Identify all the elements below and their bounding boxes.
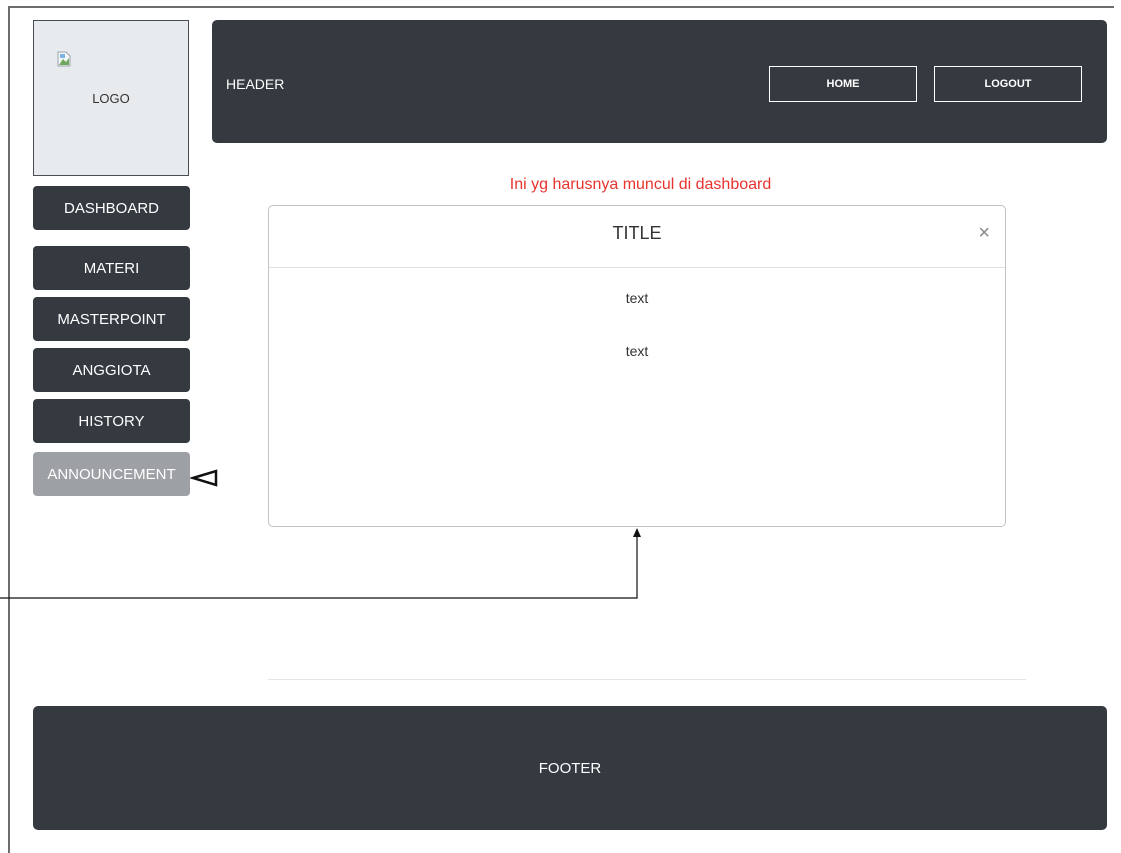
footer-bar: FOOTER — [33, 706, 1107, 830]
close-icon[interactable]: × — [978, 222, 990, 245]
notice-text: Ini yg harusnya muncul di dashboard — [0, 176, 1121, 194]
modal-text-1: text — [625, 290, 649, 306]
header-title: HEADER — [226, 76, 285, 92]
connector-arrow — [0, 528, 641, 599]
logo-label: LOGO — [92, 91, 130, 106]
frame-left-border — [8, 6, 10, 853]
sidebar-item-history[interactable]: HISTORY — [33, 399, 190, 443]
header-bar: HEADER HOME LOGOUT — [212, 20, 1107, 143]
home-button[interactable]: HOME — [769, 66, 917, 102]
modal-text-2: text — [625, 343, 649, 359]
sidebar-item-materi[interactable]: MATERI — [33, 246, 190, 290]
footer-label: FOOTER — [538, 759, 602, 777]
modal-header: TITLE × — [269, 206, 1005, 268]
logo-box: LOGO — [33, 20, 189, 176]
pointer-arrow-icon — [190, 469, 218, 487]
announcement-modal: TITLE × text text — [268, 205, 1006, 527]
logout-button[interactable]: LOGOUT — [934, 66, 1082, 102]
broken-image-icon — [57, 51, 71, 67]
notice-label: Ini yg harusnya muncul di dashboard — [509, 176, 772, 193]
modal-title: TITLE — [612, 223, 662, 243]
frame-top-border — [8, 6, 1114, 8]
sidebar-item-masterpoint[interactable]: MASTERPOINT — [33, 297, 190, 341]
sidebar-item-anggiota[interactable]: ANGGIOTA — [33, 348, 190, 392]
divider — [268, 679, 1026, 680]
sidebar-item-announcement[interactable]: ANNOUNCEMENT — [33, 452, 190, 496]
